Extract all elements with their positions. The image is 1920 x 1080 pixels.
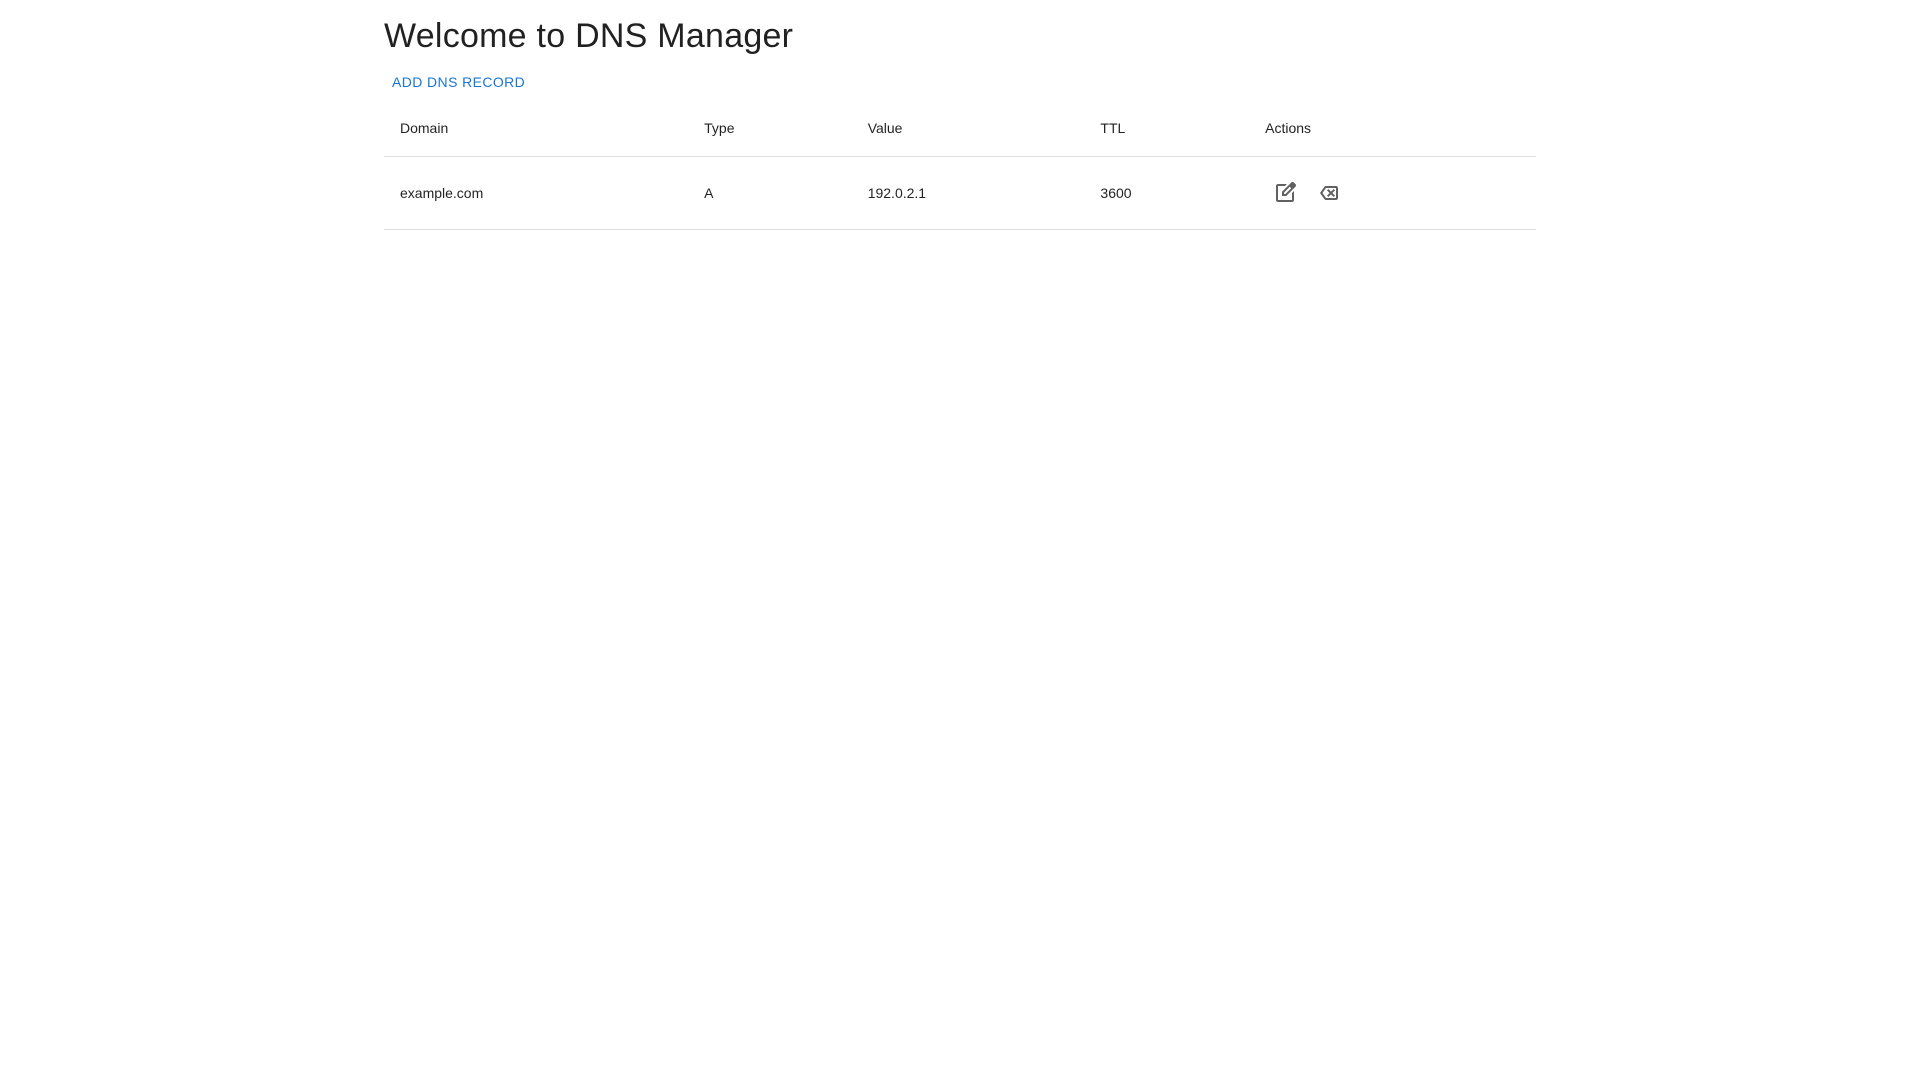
table-body: example.com A 192.0.2.1 3600 xyxy=(384,156,1536,230)
cell-ttl: 3600 xyxy=(1084,156,1250,230)
backspace-icon xyxy=(1317,181,1341,205)
cell-actions xyxy=(1249,156,1536,230)
column-header-type: Type xyxy=(688,99,852,157)
add-dns-record-button[interactable]: ADD DNS RECORD xyxy=(384,64,533,100)
cell-domain: example.com xyxy=(384,156,689,230)
edit-square-icon xyxy=(1273,181,1297,205)
column-header-domain: Domain xyxy=(384,99,689,157)
table-row: example.com A 192.0.2.1 3600 xyxy=(384,156,1536,230)
page-title: Welcome to DNS Manager xyxy=(384,17,794,55)
column-header-actions: Actions xyxy=(1249,99,1536,157)
cell-value: 192.0.2.1 xyxy=(851,156,1085,230)
delete-record-button[interactable] xyxy=(1309,173,1349,213)
table-header: Domain Type Value TTL Actions xyxy=(384,99,1536,157)
dns-records-table: Domain Type Value TTL Actions example.co… xyxy=(384,99,1536,230)
table-header-row: Domain Type Value TTL Actions xyxy=(384,99,1536,157)
column-header-value: Value xyxy=(851,99,1085,157)
edit-record-button[interactable] xyxy=(1265,173,1305,213)
main-content: Welcome to DNS Manager ADD DNS RECORD Do… xyxy=(360,0,1560,230)
cell-type: A xyxy=(688,156,852,230)
column-header-ttl: TTL xyxy=(1084,99,1250,157)
